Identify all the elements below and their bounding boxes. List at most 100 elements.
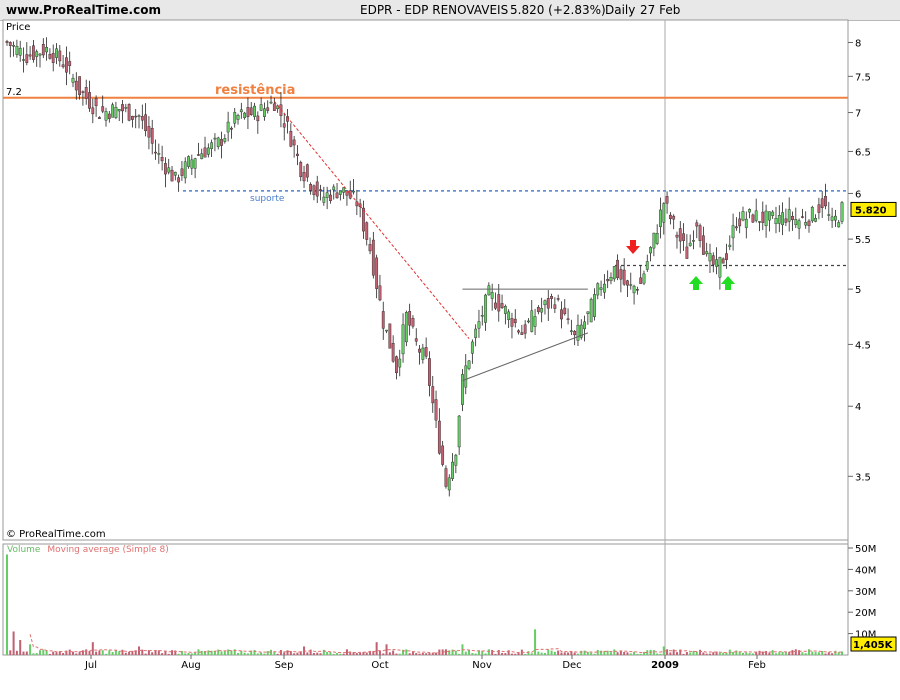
candle-body bbox=[302, 172, 306, 182]
candle-body bbox=[543, 300, 547, 306]
volume-bar bbox=[15, 650, 18, 655]
volume-bar bbox=[319, 653, 322, 655]
volume-bar bbox=[824, 653, 827, 655]
candle-body bbox=[642, 273, 646, 284]
candle-body bbox=[675, 234, 679, 238]
candle-body bbox=[418, 348, 421, 353]
price-tick-label: 3.5 bbox=[855, 472, 871, 483]
price-tick-label: 4 bbox=[855, 402, 861, 413]
volume-bar bbox=[524, 653, 527, 655]
volume-bar bbox=[464, 651, 467, 655]
volume-bar bbox=[339, 653, 342, 655]
volume-bar bbox=[675, 652, 678, 655]
volume-ma-label: Moving average (Simple 8) bbox=[47, 545, 168, 555]
volume-bar bbox=[471, 653, 474, 655]
volume-bar bbox=[316, 652, 319, 655]
volume-bar bbox=[194, 652, 197, 655]
x-tick-label: Nov bbox=[472, 660, 492, 671]
volume-bar bbox=[741, 652, 744, 655]
candle-body bbox=[827, 214, 831, 216]
candle-body bbox=[81, 91, 85, 93]
candle-body bbox=[820, 198, 824, 208]
volume-bar bbox=[534, 629, 537, 655]
price-volume-chart[interactable]: Price © ProRealTime.com 8 7.5 7 6.5 6 5.5 5 4.5… bbox=[0, 0, 900, 700]
candle-body bbox=[467, 360, 471, 369]
volume-bar bbox=[487, 649, 490, 655]
volume-bar bbox=[230, 650, 233, 655]
candle-body bbox=[494, 302, 497, 309]
candle-body bbox=[810, 206, 814, 222]
volume-bar bbox=[669, 652, 672, 655]
candle-body bbox=[507, 311, 511, 320]
candle-body bbox=[8, 42, 12, 46]
candle-body bbox=[464, 365, 468, 388]
price-tick-label: 7.5 bbox=[855, 72, 871, 83]
volume-bar bbox=[392, 650, 395, 655]
volume-bar bbox=[240, 650, 243, 655]
candle-body bbox=[398, 358, 402, 368]
candle-body bbox=[523, 324, 527, 334]
candle-body bbox=[94, 98, 98, 107]
candle-body bbox=[101, 106, 105, 112]
candle-body bbox=[645, 261, 649, 270]
candle-body bbox=[5, 41, 9, 43]
candle-body bbox=[833, 215, 837, 221]
candle-body bbox=[688, 242, 692, 247]
volume-bar bbox=[435, 652, 438, 655]
candle-body bbox=[626, 280, 629, 286]
candle-body bbox=[160, 157, 164, 162]
resistance-label: resistência bbox=[215, 83, 295, 98]
volume-bar bbox=[801, 652, 804, 655]
volume-bar bbox=[454, 650, 457, 655]
candle-body bbox=[593, 294, 596, 317]
volume-bar bbox=[639, 653, 642, 655]
candle-body bbox=[223, 138, 227, 142]
volume-bar bbox=[243, 652, 246, 655]
candle-body bbox=[484, 294, 487, 323]
volume-bar bbox=[286, 650, 289, 655]
candle-body bbox=[71, 77, 75, 83]
volume-bar bbox=[444, 649, 447, 655]
candle-body bbox=[226, 121, 230, 133]
volume-bar bbox=[804, 653, 807, 655]
volume-bar bbox=[814, 652, 817, 655]
candle-body bbox=[167, 167, 171, 173]
candle-body bbox=[804, 222, 808, 226]
candle-body bbox=[365, 222, 369, 240]
resistance-value-label: 7.2 bbox=[6, 87, 22, 98]
candle-body bbox=[256, 115, 260, 122]
candle-body bbox=[632, 285, 636, 294]
candle-body bbox=[259, 104, 263, 111]
candle-body bbox=[233, 112, 237, 124]
volume-bar bbox=[273, 651, 276, 655]
candle-body bbox=[767, 211, 771, 221]
volume-bar bbox=[355, 652, 358, 655]
volume-y-ticks: 50M40M30M20M10M bbox=[848, 544, 876, 641]
candle-body bbox=[536, 307, 540, 313]
candle-body bbox=[137, 115, 141, 117]
candle-body bbox=[487, 285, 491, 296]
candle-body bbox=[701, 235, 705, 255]
volume-bar bbox=[708, 653, 711, 655]
candle-body bbox=[761, 211, 765, 223]
candle-body bbox=[315, 181, 319, 197]
volume-bar bbox=[342, 653, 345, 655]
candle-body bbox=[134, 115, 138, 118]
volume-bar bbox=[491, 649, 494, 655]
x-tick-label: Feb bbox=[748, 660, 766, 671]
volume-bar bbox=[101, 650, 104, 655]
candle-body bbox=[22, 59, 25, 61]
candle-body bbox=[708, 252, 712, 262]
candle-body bbox=[84, 87, 88, 99]
volume-bar bbox=[576, 653, 579, 655]
volume-bar bbox=[652, 650, 655, 655]
candle-body bbox=[45, 46, 49, 53]
volume-bar bbox=[794, 649, 797, 655]
candle-body bbox=[61, 64, 65, 68]
volume-bar bbox=[553, 651, 556, 655]
x-tick-label: Aug bbox=[181, 660, 201, 671]
volume-bar bbox=[78, 651, 81, 655]
candle-body bbox=[190, 159, 194, 169]
candle-body bbox=[329, 194, 332, 201]
volume-bar bbox=[827, 652, 830, 655]
